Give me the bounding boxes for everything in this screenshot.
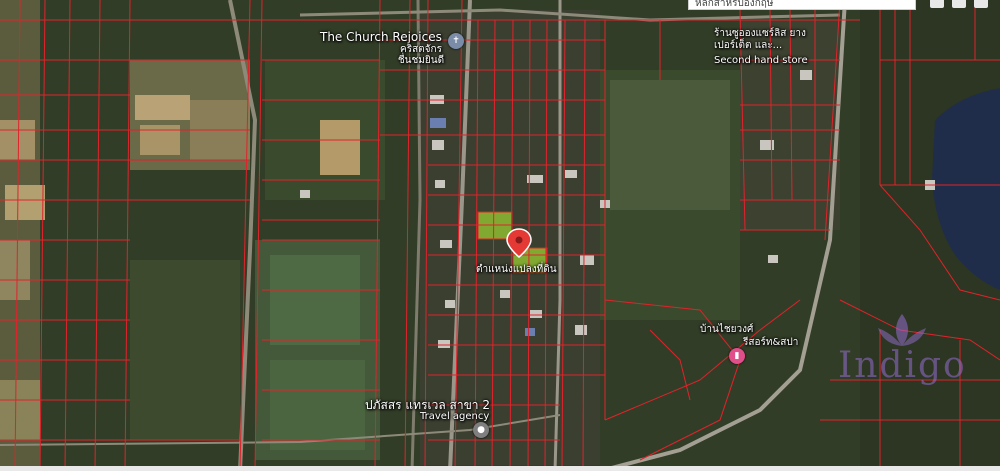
poi-church-name[interactable]: The Church Rejoices	[320, 30, 442, 44]
satellite-basemap	[0, 0, 1000, 471]
control-button[interactable]	[930, 0, 944, 8]
poi-secondhand-sub: Second hand store	[714, 55, 808, 66]
watermark-brand: Indigo	[838, 345, 967, 386]
search-input[interactable]: หลักสำหรับอังกฤษ	[688, 0, 916, 10]
map-view[interactable]: หลักสำหรับอังกฤษ The Church Rejoices ✝ ค…	[0, 0, 1000, 471]
pin-label: ตำแหน่งแปลงที่ดิน	[476, 264, 557, 275]
poi-resort-sub: รีสอร์ท&สปา	[743, 337, 799, 348]
poi-secondhand-name[interactable]: ร้านซูอองแซร์ลิส ยางเปอร์เต็ต และ...	[714, 28, 824, 52]
poi-church-sub: คริสตจักร ชื่นชมยินดี	[397, 44, 445, 66]
bottom-strip	[0, 466, 1000, 471]
place-icon[interactable]: ●	[473, 422, 489, 438]
control-button[interactable]	[974, 0, 988, 8]
control-button[interactable]	[952, 0, 966, 8]
lotus-logo-icon	[878, 314, 926, 346]
poi-travel-sub: Travel agency	[420, 411, 490, 422]
map-controls	[930, 0, 1000, 10]
hotel-icon[interactable]: ▮	[729, 348, 745, 364]
place-of-worship-icon[interactable]: ✝	[448, 33, 464, 49]
